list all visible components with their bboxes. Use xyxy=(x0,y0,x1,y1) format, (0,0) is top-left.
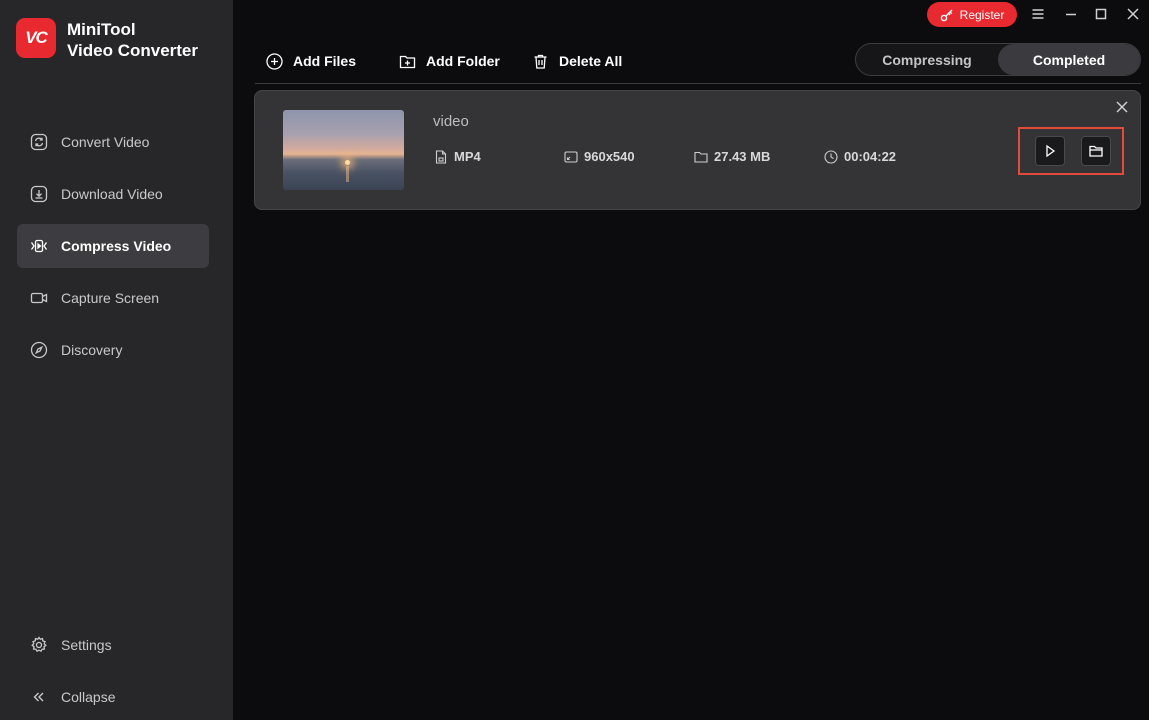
register-button[interactable]: Register xyxy=(927,2,1017,27)
gear-icon xyxy=(31,636,47,653)
app-name-line1: MiniTool xyxy=(67,20,136,39)
delete-all-button[interactable]: Delete All xyxy=(532,51,622,71)
download-icon xyxy=(30,185,48,203)
file-format-value: MP4 xyxy=(454,149,481,164)
menu-icon[interactable] xyxy=(1030,6,1046,22)
video-thumbnail xyxy=(283,110,404,190)
play-icon xyxy=(1046,144,1056,158)
compass-icon xyxy=(30,341,48,359)
file-format-icon xyxy=(435,149,447,164)
sidebar-item-convert-video[interactable]: Convert Video xyxy=(17,120,209,164)
tab-completed[interactable]: Completed xyxy=(998,44,1140,75)
sidebar-item-label: Discovery xyxy=(61,342,123,358)
key-icon xyxy=(940,9,953,21)
folder-icon xyxy=(694,151,708,163)
add-folder-label: Add Folder xyxy=(426,53,500,69)
sidebar-item-capture-screen[interactable]: Capture Screen xyxy=(17,276,209,320)
file-duration: 00:04:22 xyxy=(824,149,896,164)
sidebar-item-label: Settings xyxy=(61,637,112,653)
play-button[interactable] xyxy=(1035,136,1065,166)
minimize-icon[interactable] xyxy=(1063,6,1079,22)
add-files-label: Add Files xyxy=(293,53,357,69)
sidebar-nav: Convert Video Download Video Compress Vi… xyxy=(17,120,209,380)
sidebar-item-download-video[interactable]: Download Video xyxy=(17,172,209,216)
file-name: video xyxy=(433,113,469,130)
file-resolution-value: 960x540 xyxy=(584,149,635,164)
file-resolution: 960x540 xyxy=(564,149,635,164)
trash-icon xyxy=(534,54,547,69)
file-card: video MP4 960x540 27.43 MB 00:04:22 xyxy=(254,90,1141,210)
register-label: Register xyxy=(959,7,1005,22)
camera-icon xyxy=(30,292,48,304)
resolution-icon xyxy=(564,150,578,163)
file-format: MP4 xyxy=(434,149,481,164)
open-folder-button[interactable] xyxy=(1081,136,1111,166)
sidebar: VC MiniTool Video Converter Convert Vide… xyxy=(0,0,233,720)
tab-compressing[interactable]: Compressing xyxy=(856,44,998,75)
brand: VC MiniTool Video Converter xyxy=(16,18,198,61)
sidebar-item-settings[interactable]: Settings xyxy=(17,623,209,667)
status-tabs: Compressing Completed xyxy=(855,43,1141,76)
delete-all-label: Delete All xyxy=(559,53,623,69)
sidebar-item-label: Capture Screen xyxy=(61,290,160,306)
file-duration-value: 00:04:22 xyxy=(844,149,897,164)
app-name-line2: Video Converter xyxy=(67,41,199,60)
maximize-icon[interactable] xyxy=(1093,6,1109,22)
compress-icon xyxy=(30,239,48,253)
app-logo: VC xyxy=(16,18,56,58)
add-file-icon xyxy=(266,52,283,70)
file-size: 27.43 MB xyxy=(694,149,770,164)
file-size-value: 27.43 MB xyxy=(714,149,771,164)
sidebar-item-label: Convert Video xyxy=(61,134,150,150)
app-name: MiniTool Video Converter xyxy=(67,19,198,61)
clock-icon xyxy=(824,149,838,164)
sidebar-item-discovery[interactable]: Discovery xyxy=(17,328,209,372)
add-folder-button[interactable]: Add Folder xyxy=(399,51,500,71)
sidebar-item-label: Download Video xyxy=(61,186,163,202)
folder-open-icon xyxy=(1089,145,1103,157)
toolbar-divider xyxy=(255,83,1141,84)
add-folder-icon xyxy=(399,55,416,68)
sidebar-item-label: Compress Video xyxy=(61,238,172,254)
add-files-button[interactable]: Add Files xyxy=(266,51,356,71)
sidebar-item-compress-video[interactable]: Compress Video xyxy=(17,224,209,268)
convert-icon xyxy=(30,133,48,151)
double-chevron-left-icon xyxy=(33,692,44,702)
remove-file-icon[interactable] xyxy=(1115,100,1129,114)
sidebar-item-label: Collapse xyxy=(61,689,116,705)
sidebar-bottom: Settings Collapse xyxy=(17,623,209,720)
sidebar-item-collapse[interactable]: Collapse xyxy=(17,675,209,719)
close-window-icon[interactable] xyxy=(1125,6,1141,22)
